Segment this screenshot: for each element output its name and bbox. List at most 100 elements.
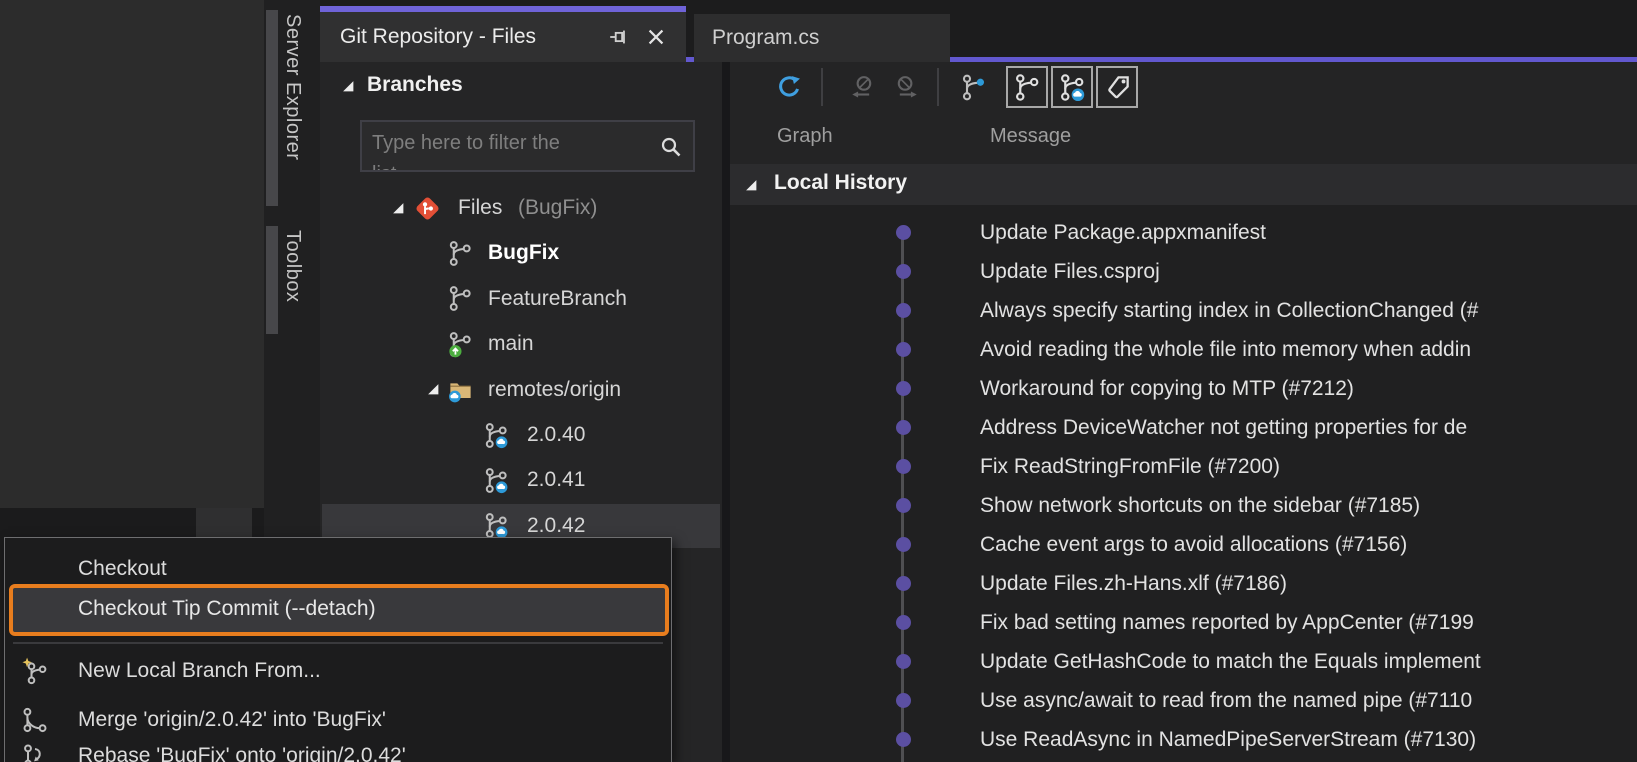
expand-arrow-icon <box>392 202 405 215</box>
folder-remote-icon <box>447 376 474 403</box>
commit-dot-icon <box>896 732 911 747</box>
pane-splitter[interactable] <box>722 62 730 762</box>
side-tab-bar <box>266 10 278 206</box>
branch-remote-icon <box>483 467 510 494</box>
tab-git-repository-files[interactable]: Git Repository - Files <box>320 6 686 62</box>
commit-row[interactable]: Fix ReadStringFromFile (#7200) <box>730 447 1637 486</box>
tree-item-label: 2.0.41 <box>527 468 585 492</box>
merge-icon <box>21 706 49 734</box>
side-tab-label: Toolbox <box>281 230 304 302</box>
tree-item-label: BugFix <box>488 241 559 265</box>
commit-dot-icon <box>896 693 911 708</box>
commit-row[interactable]: Update Files.zh-Hans.xlf (#7186) <box>730 564 1637 603</box>
commit-row[interactable]: Avoid reading the whole file into memory… <box>730 330 1637 369</box>
tree-item-2-0-40[interactable]: 2.0.40 <box>322 413 720 457</box>
tree-item-remotes-origin[interactable]: remotes/origin <box>322 368 720 412</box>
menu-item-rebase-bugfix-onto-origin-2-0-42[interactable]: Rebase 'BugFix' onto 'origin/2.0.42' <box>5 736 671 762</box>
commit-row[interactable]: Fix bad setting names reported by AppCen… <box>730 603 1637 642</box>
search-icon <box>659 135 683 159</box>
branches-header-label: Branches <box>367 73 463 97</box>
commit-dot-icon <box>896 576 911 591</box>
tree-item-main[interactable]: main <box>322 322 720 366</box>
commit-row[interactable]: Workaround for copying to MTP (#7212) <box>730 369 1637 408</box>
close-icon[interactable] <box>641 22 671 52</box>
tree-item-bugfix[interactable]: BugFix <box>322 231 720 275</box>
commit-dot-icon <box>896 303 911 318</box>
graph-column-header: Graph <box>777 125 833 148</box>
menu-item-label: Checkout <box>78 557 167 581</box>
commit-row[interactable]: Address DeviceWatcher not getting proper… <box>730 408 1637 447</box>
commit-message: Cache event args to avoid allocations (#… <box>980 533 1407 557</box>
commit-message: Address DeviceWatcher not getting proper… <box>980 416 1467 440</box>
menu-item-new-local-branch-from[interactable]: New Local Branch From... <box>5 651 671 691</box>
commit-row[interactable]: Use ReadAsync in NamedPipeServerStream (… <box>730 720 1637 759</box>
commit-dot-icon <box>896 264 911 279</box>
local-branches-toggle[interactable] <box>1006 66 1048 108</box>
pin-icon[interactable] <box>603 22 633 52</box>
commit-message: Update Files.zh-Hans.xlf (#7186) <box>980 572 1287 596</box>
new-branch-icon[interactable] <box>960 73 988 101</box>
commit-row[interactable]: Show network shortcuts on the sidebar (#… <box>730 486 1637 525</box>
branch-context-menu: Checkout Checkout Tip Commit (--detach) … <box>4 537 672 762</box>
commit-message: Avoid reading the whole file into memory… <box>980 338 1471 362</box>
remote-branches-toggle[interactable] <box>1051 66 1093 108</box>
commit-row[interactable]: Cache event args to avoid allocations (#… <box>730 525 1637 564</box>
branch-remote-icon <box>483 422 510 449</box>
menu-item-merge-origin-2-0-42-into-bugfix[interactable]: Merge 'origin/2.0.42' into 'BugFix' <box>5 700 671 740</box>
commit-row[interactable]: Update Files.csproj <box>730 252 1637 291</box>
tab-program-cs[interactable]: Program.cs <box>694 14 950 62</box>
menu-item-label: New Local Branch From... <box>78 659 321 683</box>
commit-row[interactable]: Update Package.appxmanifest <box>730 213 1637 252</box>
commit-row[interactable]: Use async/await to read from the named p… <box>730 681 1637 720</box>
horizontal-scrollbar-thumb[interactable] <box>196 508 252 537</box>
empty-editor-area <box>0 0 264 508</box>
commit-dot-icon <box>896 225 911 240</box>
expand-arrow-icon <box>745 179 758 192</box>
tree-item-2-0-41[interactable]: 2.0.41 <box>322 458 720 502</box>
local-history-section-header[interactable]: Local History <box>730 164 1637 205</box>
tree-item-label: 2.0.42 <box>527 514 585 538</box>
tags-toggle[interactable] <box>1096 66 1138 108</box>
commit-message: Use ReadAsync in NamedPipeServerStream (… <box>980 728 1476 752</box>
side-tab-bar <box>266 226 278 334</box>
commit-row[interactable]: Always specify starting index in Collect… <box>730 291 1637 330</box>
toolbar-separator <box>821 68 823 106</box>
menu-item-checkout[interactable]: Checkout <box>5 549 671 589</box>
branch-graph-icon <box>1013 73 1042 102</box>
menu-item-checkout-tip-commit-detach[interactable]: Checkout Tip Commit (--detach) <box>9 584 669 636</box>
commit-message: Update Package.appxmanifest <box>980 221 1266 245</box>
side-tab-server-explorer[interactable]: Server Explorer <box>264 10 320 206</box>
column-headers: Graph Message <box>730 112 1637 164</box>
side-tab-toolbox[interactable]: Toolbox <box>264 226 320 334</box>
branches-header[interactable]: Branches <box>320 62 722 110</box>
rebase-icon <box>21 742 49 762</box>
commit-message: Fix ReadStringFromFile (#7200) <box>980 455 1280 479</box>
tag-icon <box>1103 73 1132 102</box>
commit-message: Show network shortcuts on the sidebar (#… <box>980 494 1420 518</box>
branch-filter-input[interactable]: Type here to filter the list <box>360 120 695 172</box>
tree-item-featurebranch[interactable]: FeatureBranch <box>322 277 720 321</box>
tree-item-label: main <box>488 332 534 356</box>
commit-dot-icon <box>896 459 911 474</box>
fetch-icon[interactable] <box>847 73 875 101</box>
tree-item-label: remotes/origin <box>488 378 621 402</box>
menu-item-label: Rebase 'BugFix' onto 'origin/2.0.42' <box>78 744 406 762</box>
commit-dot-icon <box>896 342 911 357</box>
message-column-header: Message <box>990 125 1071 148</box>
commit-dot-icon <box>896 420 911 435</box>
refresh-icon[interactable] <box>775 73 803 101</box>
history-toolbar <box>730 62 1637 112</box>
side-tab-label: Server Explorer <box>281 14 304 160</box>
menu-separator <box>13 642 663 644</box>
commit-message: Update Files.csproj <box>980 260 1160 284</box>
commit-row[interactable]: Update GetHashCode to match the Equals i… <box>730 642 1637 681</box>
tree-item-files[interactable]: Files(BugFix) <box>322 186 720 230</box>
commit-message: Fix bad setting names reported by AppCen… <box>980 611 1474 635</box>
new-local-branch-icon <box>21 657 49 685</box>
expand-arrow-icon <box>342 80 355 93</box>
push-icon[interactable] <box>894 73 922 101</box>
commit-dot-icon <box>896 537 911 552</box>
commit-dot-icon <box>896 498 911 513</box>
git-repo-icon <box>414 195 441 222</box>
tab-label: Git Repository - Files <box>340 25 536 49</box>
